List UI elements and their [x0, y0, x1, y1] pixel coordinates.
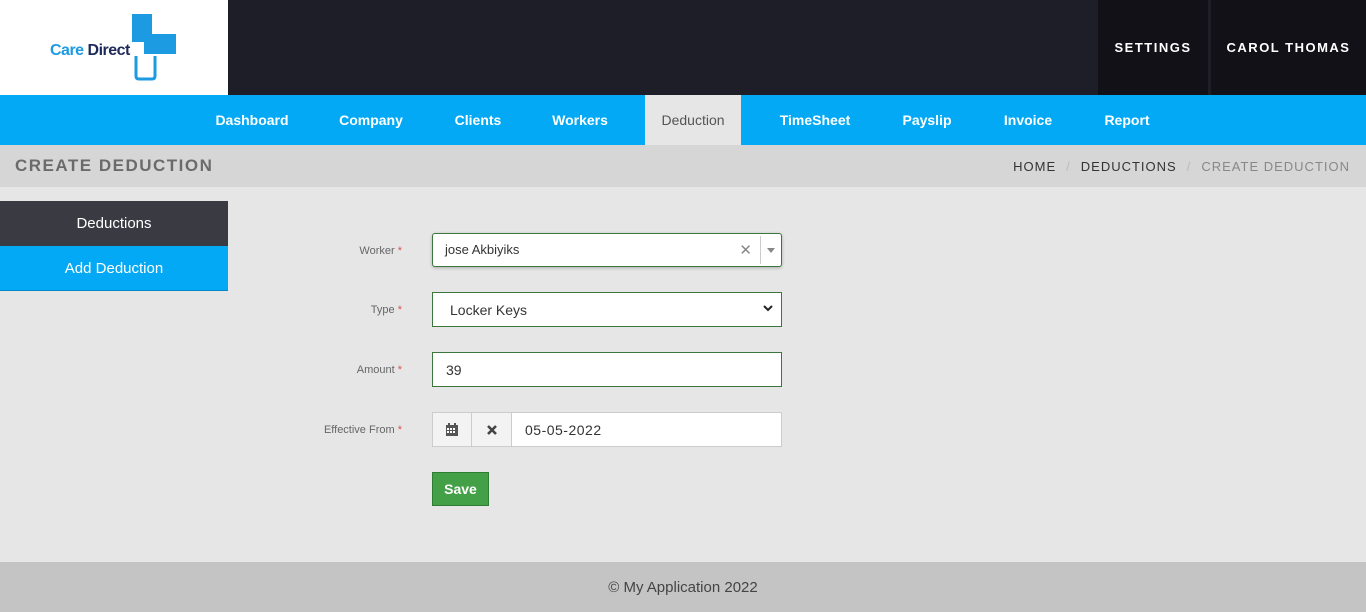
- dropdown-arrow-icon[interactable]: [767, 248, 775, 253]
- nav-payslip[interactable]: Payslip: [890, 95, 964, 145]
- effective-from-label-text: Effective From: [323, 424, 395, 436]
- logo-word-direct: Direct: [87, 42, 131, 59]
- worker-label: Worker *: [202, 245, 402, 257]
- nav-company[interactable]: Company: [322, 95, 420, 145]
- nav-dashboard[interactable]: Dashboard: [203, 95, 301, 145]
- worker-label-text: Worker: [359, 245, 395, 257]
- logo-text: Care Direct: [50, 42, 130, 60]
- effective-from-value: 05-05-2022: [525, 422, 602, 438]
- user-menu-button[interactable]: CAROL THOMAS: [1211, 0, 1366, 95]
- type-select[interactable]: Locker Keys: [432, 292, 782, 327]
- amount-input[interactable]: 39: [432, 352, 782, 387]
- nav-invoice[interactable]: Invoice: [990, 95, 1066, 145]
- effective-from-label: Effective From *: [202, 424, 402, 436]
- nav-report[interactable]: Report: [1092, 95, 1162, 145]
- close-icon: [486, 424, 497, 435]
- logo-word-care: Care: [50, 42, 84, 59]
- logo-cross-icon: [128, 14, 176, 81]
- worker-select[interactable]: jose Akbiyiks ✕: [432, 233, 782, 267]
- breadcrumb-current: CREATE DEDUCTION: [1201, 159, 1350, 174]
- breadcrumb-separator: /: [1186, 159, 1192, 174]
- sidebar-item-deductions[interactable]: Deductions: [0, 201, 228, 246]
- chevron-down-icon: [763, 305, 773, 312]
- nav-deduction[interactable]: Deduction: [645, 95, 741, 145]
- required-marker: *: [397, 304, 402, 316]
- breadcrumb-deductions[interactable]: DEDUCTIONS: [1081, 159, 1177, 174]
- sidebar-item-add-deduction[interactable]: Add Deduction: [0, 246, 228, 291]
- type-label-text: Type: [370, 304, 395, 316]
- calendar-icon: [446, 422, 458, 436]
- effective-from-date-picker: 05-05-2022: [432, 412, 782, 447]
- amount-label-text: Amount: [356, 364, 395, 376]
- main-nav: Dashboard Company Clients Workers Deduct…: [0, 95, 1366, 145]
- footer-text: © My Application 2022: [608, 578, 758, 596]
- nav-workers[interactable]: Workers: [540, 95, 620, 145]
- effective-from-input[interactable]: 05-05-2022: [512, 412, 782, 447]
- logo[interactable]: Care Direct: [0, 0, 228, 95]
- clear-selection-icon[interactable]: ✕: [739, 241, 752, 259]
- type-label: Type *: [202, 304, 402, 316]
- breadcrumb-home[interactable]: HOME: [1013, 159, 1056, 174]
- type-select-value: Locker Keys: [450, 302, 528, 318]
- save-button[interactable]: Save: [432, 472, 489, 506]
- sidebar: Deductions Add Deduction: [0, 201, 228, 291]
- calendar-button[interactable]: [432, 412, 472, 447]
- required-marker: *: [397, 424, 402, 436]
- top-header: Care Direct SETTINGS CAROL THOMAS: [0, 0, 1366, 95]
- nav-timesheet[interactable]: TimeSheet: [766, 95, 864, 145]
- footer: © My Application 2022: [0, 562, 1366, 612]
- page-header: CREATE DEDUCTION HOME / DEDUCTIONS / CRE…: [0, 145, 1366, 187]
- worker-select-value: jose Akbiyiks: [445, 242, 520, 257]
- required-marker: *: [397, 364, 402, 376]
- amount-label: Amount *: [202, 364, 402, 376]
- breadcrumb-separator: /: [1066, 159, 1071, 174]
- select-divider: [760, 236, 761, 264]
- top-right-menu: SETTINGS CAROL THOMAS: [1098, 0, 1366, 95]
- amount-input-value: 39: [446, 362, 462, 378]
- page-title: CREATE DEDUCTION: [15, 156, 214, 175]
- nav-clients[interactable]: Clients: [440, 95, 516, 145]
- clear-date-button[interactable]: [472, 412, 512, 447]
- breadcrumb: HOME / DEDUCTIONS / CREATE DEDUCTION: [1013, 159, 1350, 174]
- settings-button[interactable]: SETTINGS: [1098, 0, 1208, 95]
- required-marker: *: [397, 245, 402, 257]
